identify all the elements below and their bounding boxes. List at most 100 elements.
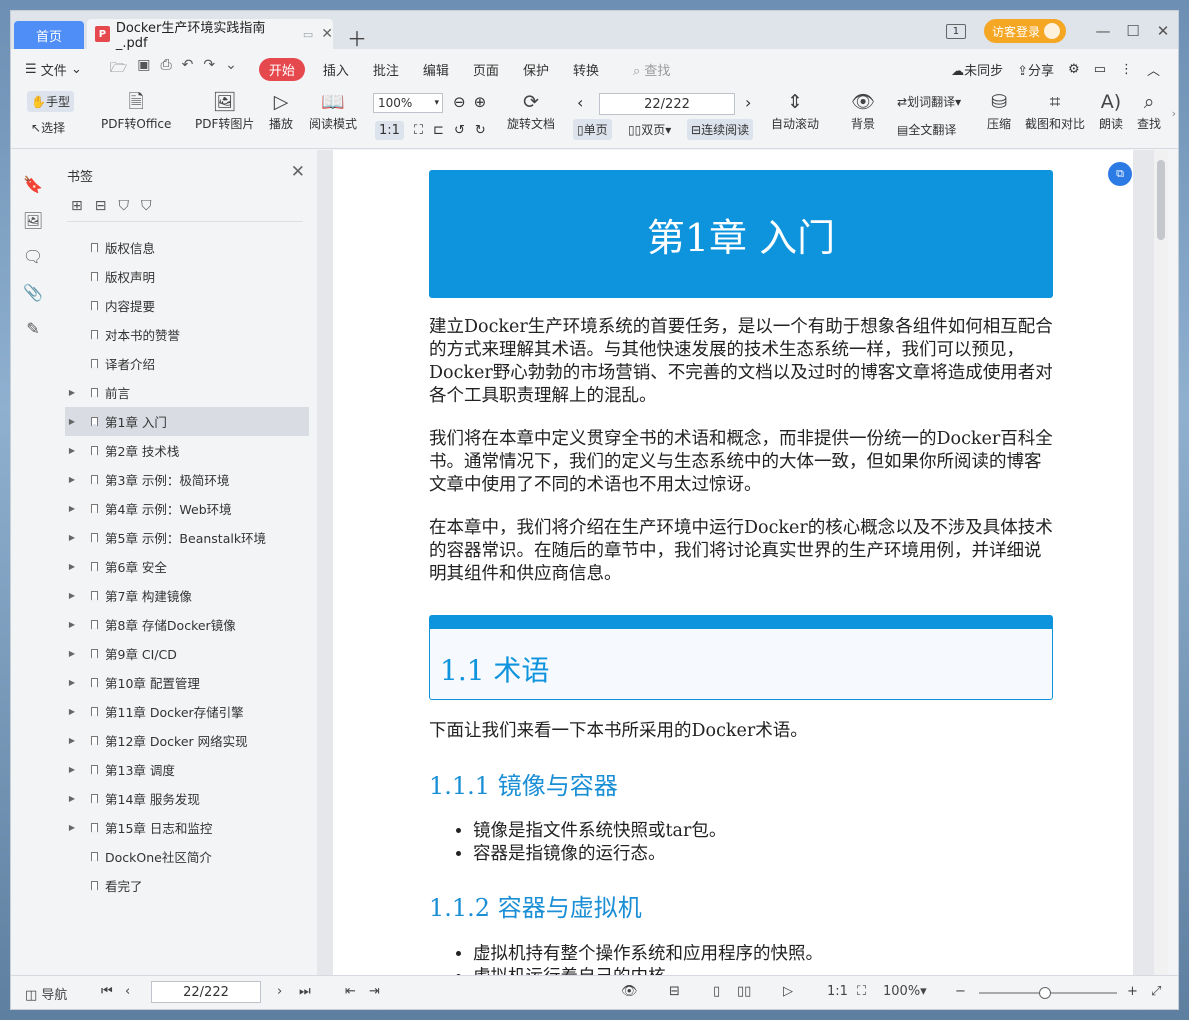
bookmark-item[interactable]: 内容提要 <box>65 291 309 320</box>
bookmark-item[interactable]: ▶ 第3章 示例：极简环境 <box>65 465 309 494</box>
menu-search[interactable]: ⌕ 查找 <box>633 60 670 79</box>
tab-home[interactable]: 首页 <box>14 21 84 49</box>
share-button[interactable]: ⇪分享 <box>1017 60 1054 79</box>
bookmark-item[interactable]: 版权信息 <box>65 233 309 262</box>
rotate-right-icon[interactable]: ↻ <box>475 123 486 138</box>
expand-arrow-icon[interactable]: ▶ <box>65 707 79 716</box>
expand-arrow-icon[interactable]: ▶ <box>65 475 79 484</box>
print-icon[interactable]: ⎙ <box>160 57 171 81</box>
double-page-button[interactable]: ▯▯ 双页 ▾ <box>628 121 671 138</box>
actual-size-icon[interactable]: 1:1 <box>827 984 848 999</box>
tab-protect[interactable]: 保护 <box>523 60 549 79</box>
bookmark-item[interactable]: 译者介绍 <box>65 349 309 378</box>
single-page-mode-icon[interactable]: ▯ <box>713 984 720 999</box>
bookmark-item[interactable]: ▶ 第5章 示例：Beanstalk环境 <box>65 523 309 552</box>
rotate-left-icon[interactable]: ↺ <box>454 123 465 138</box>
collapse-all-icon[interactable]: ⊟ <box>95 198 107 214</box>
bookmark-item[interactable]: 版权声明 <box>65 262 309 291</box>
pdf-to-office-button[interactable]: 🗎 PDF转Office <box>101 89 171 132</box>
thumbnail-icon[interactable]: 🖼 <box>11 202 55 238</box>
expand-arrow-icon[interactable]: ▶ <box>65 620 79 629</box>
bookmark-options-icon[interactable]: ⛉ <box>141 198 152 214</box>
last-page-icon[interactable]: ⏭ <box>299 984 311 999</box>
expand-arrow-icon[interactable]: ▶ <box>65 765 79 774</box>
expand-arrow-icon[interactable]: ▶ <box>65 678 79 687</box>
collapse-ribbon-icon[interactable]: ︿ <box>1147 60 1160 79</box>
expand-arrow-icon[interactable]: ▶ <box>65 649 79 658</box>
add-bookmark-icon[interactable]: ⛉ <box>118 198 129 214</box>
bookmark-item[interactable]: ▶ 第1章 入门 <box>65 407 309 436</box>
expand-arrow-icon[interactable]: ▶ <box>65 417 79 426</box>
more-icon[interactable]: ⋮ <box>1120 62 1133 77</box>
bookmark-item[interactable]: ▶ 第2章 技术栈 <box>65 436 309 465</box>
expand-arrow-icon[interactable]: ▶ <box>65 388 79 397</box>
comment-icon[interactable]: 🗨 <box>11 238 55 274</box>
sync-status[interactable]: ☁未同步 <box>951 60 1003 79</box>
zoom-out-icon[interactable]: − <box>955 984 966 999</box>
expand-all-icon[interactable]: ⊞ <box>71 198 83 214</box>
bookmark-item[interactable]: ▶ 第11章 Docker存储引擎 <box>65 697 309 726</box>
bookmark-item[interactable]: ▶ 第14章 服务发现 <box>65 784 309 813</box>
vertical-scrollbar[interactable] <box>1154 150 1168 975</box>
zoom-out-icon[interactable]: ⊖ <box>453 93 466 111</box>
prev-page-button[interactable]: ‹ <box>577 93 583 112</box>
bookmark-item[interactable]: ▶ 第8章 存储Docker镜像 <box>65 610 309 639</box>
tab-annotate[interactable]: 批注 <box>373 60 399 79</box>
guest-login-button[interactable]: 访客登录 <box>983 19 1066 43</box>
page-number-input[interactable]: 22/222 <box>599 93 735 115</box>
status-zoom[interactable]: 100%▾ <box>883 984 927 999</box>
tab-convert[interactable]: 转换 <box>573 60 599 79</box>
prev-page-icon[interactable]: ‹ <box>125 984 130 999</box>
redo-icon[interactable]: ↷ <box>203 57 215 81</box>
expand-arrow-icon[interactable]: ▶ <box>65 736 79 745</box>
find-button[interactable]: ⌕ 查找 <box>1137 89 1161 132</box>
bookmark-item[interactable]: ▶ 第10章 配置管理 <box>65 668 309 697</box>
undo-icon[interactable]: ↶ <box>182 57 194 81</box>
bookmark-item[interactable]: DockOne社区简介 <box>65 842 309 871</box>
bookmark-item[interactable]: ▶ 第13章 调度 <box>65 755 309 784</box>
auto-scroll-button[interactable]: ⇕ 自动滚动 <box>771 89 819 132</box>
tab-window-icon[interactable]: ▭ <box>303 28 313 41</box>
settings-icon[interactable]: ⚙ <box>1068 62 1080 77</box>
document-viewport[interactable]: 第1章 入门 建立Docker生产环境系统的首要任务，是以一个有助于想象各组件如… <box>317 150 1168 1009</box>
floating-tool-icon[interactable]: ⧉ <box>1108 162 1132 186</box>
forward-icon[interactable]: ⇥ <box>369 984 380 999</box>
expand-arrow-icon[interactable]: ▶ <box>65 562 79 571</box>
maximize-icon[interactable]: ☐ <box>1118 22 1148 40</box>
zoom-in-icon[interactable]: ⊕ <box>474 93 487 111</box>
minimize-icon[interactable]: — <box>1088 22 1118 40</box>
expand-arrow-icon[interactable]: ▶ <box>65 504 79 513</box>
zoom-select[interactable]: 100% ▾ <box>373 93 443 113</box>
tab-start[interactable]: 开始 <box>258 57 305 81</box>
first-page-icon[interactable]: ⏮ <box>101 984 113 999</box>
tab-page[interactable]: 页面 <box>473 60 499 79</box>
expand-arrow-icon[interactable]: ▶ <box>65 446 79 455</box>
close-panel-icon[interactable]: ✕ <box>291 162 305 182</box>
read-mode-button[interactable]: 📖 阅读模式 <box>309 89 357 132</box>
zoom-slider-handle[interactable] <box>1039 987 1051 999</box>
bookmark-panel-icon[interactable]: 🔖 <box>11 166 55 202</box>
bookmark-item[interactable]: ▶ 第6章 安全 <box>65 552 309 581</box>
read-aloud-button[interactable]: A) 朗读 <box>1099 89 1123 132</box>
actual-size-icon[interactable]: 1:1 <box>375 121 404 140</box>
close-tab-icon[interactable]: ✕ <box>321 26 333 42</box>
fit-page-icon[interactable]: ⛶ <box>414 123 423 138</box>
select-tool[interactable]: ↖ 选择 <box>31 119 65 136</box>
bookmark-item[interactable]: ▶ 前言 <box>65 378 309 407</box>
bookmark-item[interactable]: ▶ 第7章 构建镜像 <box>65 581 309 610</box>
fullscreen-icon[interactable]: ⤢ <box>1151 984 1161 999</box>
zoom-in-icon[interactable]: + <box>1127 984 1138 999</box>
bookmark-item[interactable]: ▶ 第4章 示例：Web环境 <box>65 494 309 523</box>
tab-insert[interactable]: 插入 <box>323 60 349 79</box>
continuous-mode-icon[interactable]: ⊟ <box>669 984 680 999</box>
bookmark-item[interactable]: ▶ 第9章 CI/CD <box>65 639 309 668</box>
bookmark-item[interactable]: 看完了 <box>65 871 309 900</box>
quick-more-icon[interactable]: ⌄ <box>225 57 237 81</box>
bookmark-item[interactable]: ▶ 第12章 Docker 网络实现 <box>65 726 309 755</box>
rotate-document-button[interactable]: ⟳ 旋转文档 <box>507 89 555 132</box>
full-translate-button[interactable]: ▤ 全文翻译 <box>897 121 956 138</box>
tab-edit[interactable]: 编辑 <box>423 60 449 79</box>
continuous-read-button[interactable]: ⊟ 连续阅读 <box>687 119 754 140</box>
status-page-input[interactable]: 22/222 <box>151 981 261 1003</box>
eye-protection-icon[interactable]: 👁 <box>621 984 638 999</box>
